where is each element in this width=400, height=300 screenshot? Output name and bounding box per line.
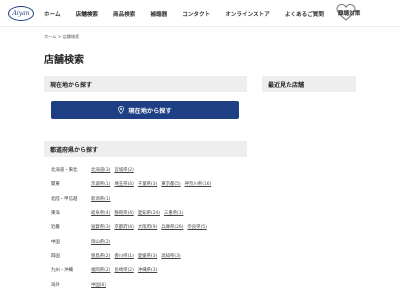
region-label: 北陸・甲信越 [51, 196, 78, 202]
prefecture-link[interactable]: 静岡県(4) [114, 210, 133, 216]
prefecture-link[interactable]: 三重県(1) [164, 210, 183, 216]
location-pin-icon [118, 106, 125, 114]
prefecture-link[interactable]: 長崎県(2) [114, 267, 133, 273]
region-label: 四国 [51, 253, 60, 259]
region-row: 北陸・甲信越 新潟県(1) [51, 192, 247, 206]
prefecture-link[interactable]: 千葉県(3) [138, 181, 157, 187]
breadcrumb[interactable]: ホーム > 店舗検索 [44, 34, 79, 40]
nav-product-search[interactable]: 商品検索 [113, 10, 135, 18]
region-label: 中国 [51, 239, 60, 245]
logo-text: Aiyan [12, 10, 30, 17]
region-row: 関東 茨城県(1) 埼玉県(4) 千葉県(3) 東京都(5) 神奈川県(16) [51, 177, 247, 191]
prefecture-link[interactable]: 東京都(5) [161, 181, 180, 187]
site-header: Aiyan ホーム 店舗検索 商品検索 補聴器 コンタクト オンラインストア よ… [0, 0, 400, 27]
region-label: 海外 [51, 282, 60, 288]
prefecture-link[interactable]: 奈良県(5) [187, 224, 206, 230]
prefecture-link[interactable]: 大阪府(9) [138, 224, 157, 230]
nav-contact-lens[interactable]: コンタクト [182, 10, 210, 18]
prefecture-link[interactable]: 埼玉県(4) [114, 181, 133, 187]
prefecture-link[interactable]: 神奈川県(16) [185, 181, 212, 187]
region-row: 海外 中国(6) [51, 277, 247, 291]
locate-button[interactable]: 現在地から探す [51, 101, 239, 119]
prefecture-link[interactable]: 香川県(1) [114, 253, 133, 259]
region-row: 四国 徳島県(2) 香川県(1) 愛媛県(3) 高知県(3) [51, 249, 247, 263]
prefecture-section-heading: 都道府県から探す [44, 141, 247, 157]
prefecture-link[interactable]: 高知県(3) [161, 253, 180, 259]
region-row: 東海 岐阜県(4) 静岡県(4) 愛知県(24) 三重県(1) [51, 206, 247, 220]
region-row: 中国 岡山県(2) [51, 234, 247, 248]
region-label: 東海 [51, 211, 60, 217]
region-row: 北海道・東北 北海道(3) 宮城県(2) [51, 163, 247, 177]
prefecture-link[interactable]: 愛媛県(3) [138, 253, 157, 259]
region-label: 近畿 [51, 225, 60, 231]
region-label: 北海道・東北 [51, 168, 78, 174]
nav-online-store[interactable]: オンラインストア [225, 10, 270, 18]
prefecture-link[interactable]: 滋賀県(3) [91, 224, 110, 230]
prefecture-link[interactable]: 福岡県(2) [91, 267, 110, 273]
prefecture-link[interactable]: 茨城県(1) [91, 181, 110, 187]
prefecture-link[interactable]: 愛知県(24) [138, 210, 160, 216]
prefecture-link[interactable]: 徳島県(2) [91, 253, 110, 259]
nav-home[interactable]: ホーム [44, 10, 61, 18]
prefecture-link[interactable]: 京都府(4) [114, 224, 133, 230]
prefecture-link[interactable]: 宮城県(2) [114, 167, 133, 173]
region-label: 関東 [51, 182, 60, 188]
brand-logo[interactable]: Aiyan [8, 6, 34, 21]
prefecture-link[interactable]: 中国(6) [91, 282, 106, 288]
global-nav: ホーム 店舗検索 商品検索 補聴器 コンタクト オンラインストア よくあるご質問 [44, 0, 339, 27]
locate-button-label: 現在地から探す [128, 107, 172, 115]
nav-hearing-aids[interactable]: 補聴器 [150, 10, 167, 18]
locate-section-heading: 現在地から探す [44, 76, 247, 92]
page-title: 店舗検索 [44, 55, 84, 66]
prefecture-list: 北海道・東北 北海道(3) 宮城県(2) 関東 茨城県(1) 埼玉県(4) 千葉… [51, 163, 247, 292]
region-row: 九州・沖縄 福岡県(2) 長崎県(2) 沖縄県(3) [51, 263, 247, 277]
heart-label[interactable]: 難聴対策 [338, 9, 360, 17]
recent-stores-heading: 最近見た店舗 [262, 76, 356, 92]
nav-faq[interactable]: よくあるご質問 [285, 10, 324, 18]
prefecture-link[interactable]: 北海道(3) [91, 167, 110, 173]
region-label: 九州・沖縄 [51, 268, 73, 274]
prefecture-link[interactable]: 岐阜県(4) [91, 210, 110, 216]
prefecture-link[interactable]: 沖縄県(3) [138, 267, 157, 273]
prefecture-link[interactable]: 岡山県(2) [91, 239, 110, 245]
prefecture-link[interactable]: 新潟県(1) [91, 196, 110, 202]
prefecture-link[interactable]: 兵庫県(26) [161, 224, 183, 230]
region-row: 近畿 滋賀県(3) 京都府(4) 大阪府(9) 兵庫県(26) 奈良県(5) [51, 220, 247, 234]
nav-store-search[interactable]: 店舗検索 [76, 10, 98, 18]
